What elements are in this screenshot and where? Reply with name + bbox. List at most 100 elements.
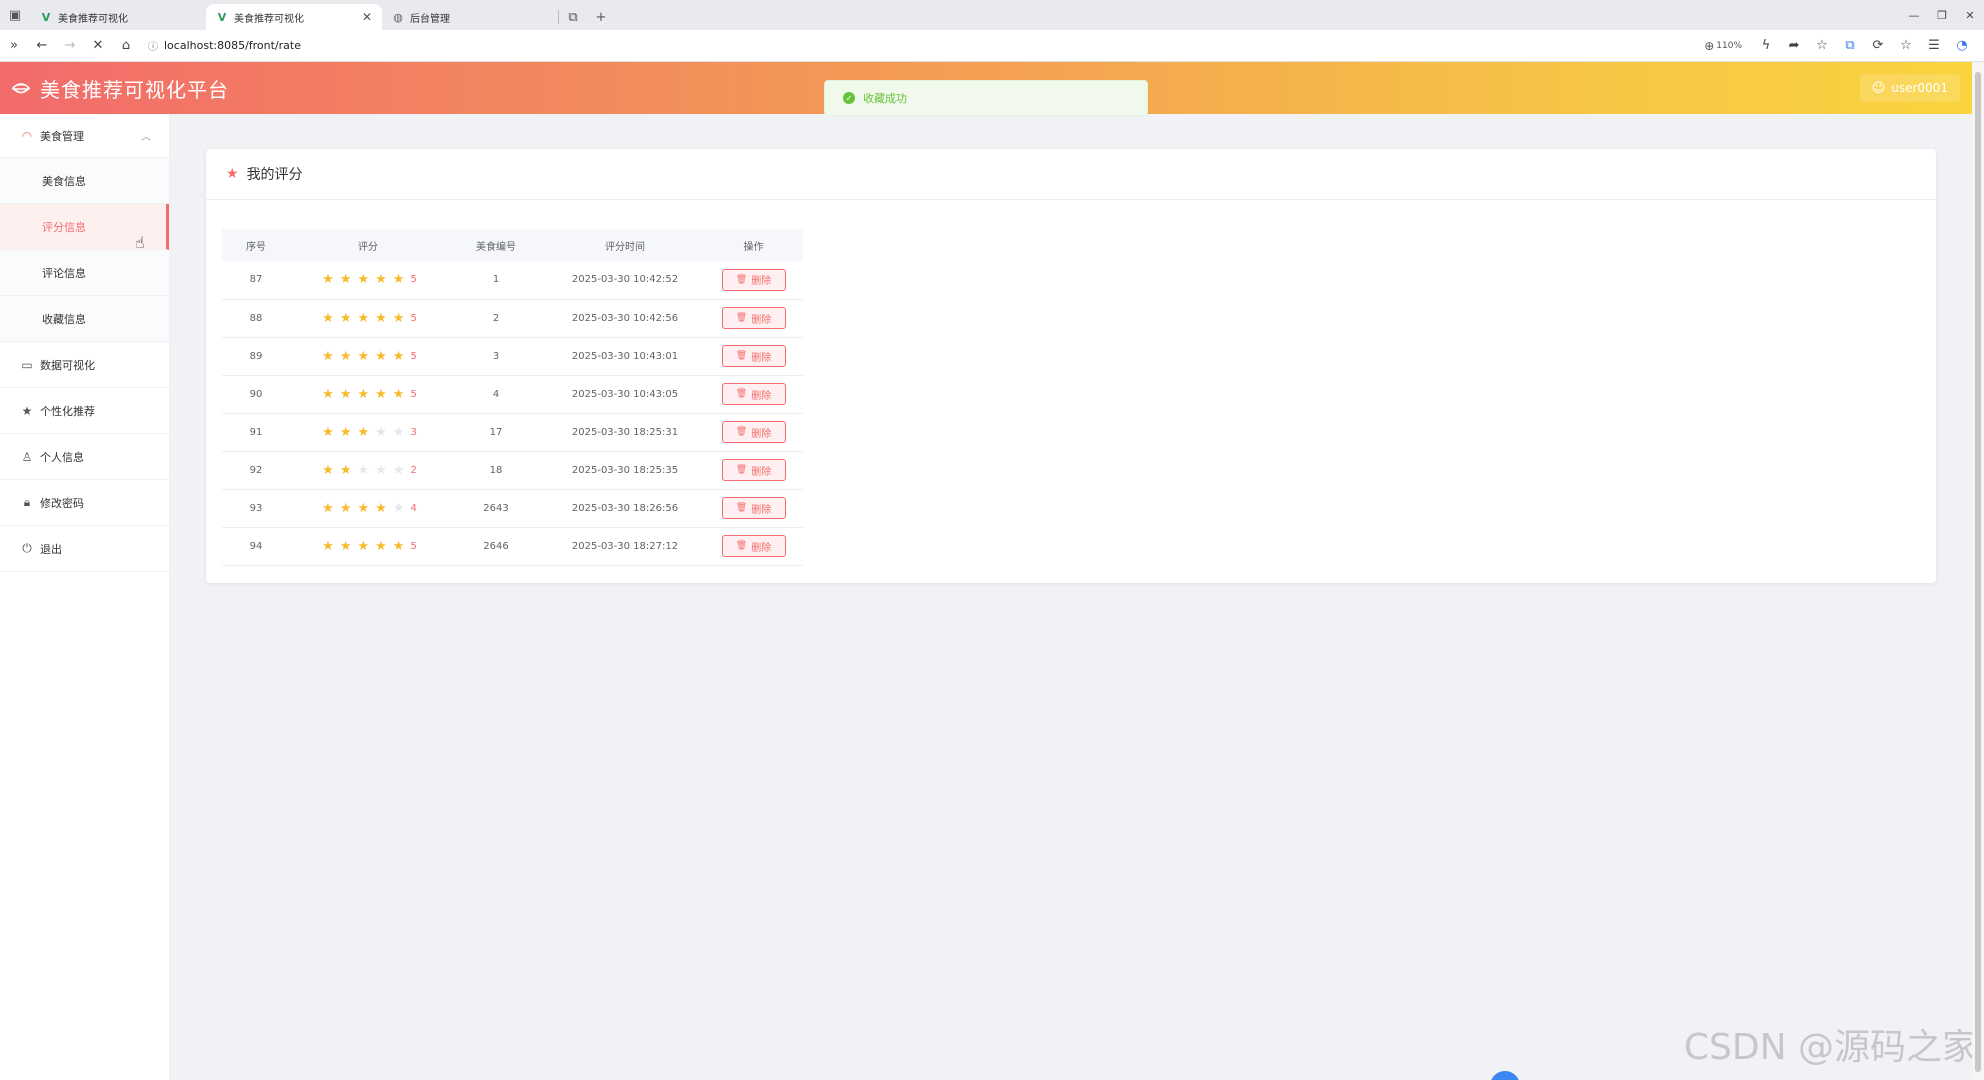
- extensions-icon[interactable]: ⟳: [1864, 38, 1892, 53]
- rating-star-icon: ★: [357, 348, 370, 364]
- trash-icon: 🗑︎: [735, 389, 748, 399]
- zoom-indicator[interactable]: ⊕ 110%: [1704, 39, 1742, 53]
- zoom-icon: ⊕: [1704, 38, 1715, 53]
- rating-star-icon: ★: [339, 272, 352, 288]
- browser-tab-2[interactable]: V 美食推荐可视化 ✕: [206, 4, 382, 30]
- food-bowl-logo-icon: [10, 77, 32, 99]
- rating-star-icon: ★: [339, 348, 352, 364]
- delete-button[interactable]: 🗑︎ 删除: [721, 535, 786, 557]
- page-scrollbar[interactable]: [1972, 62, 1984, 1080]
- rating-star-icon: ★: [322, 462, 334, 478]
- cell-id: 87: [222, 261, 290, 300]
- sidebar-item-recommendation[interactable]: ★ 个性化推荐: [0, 388, 169, 434]
- sidebar-item-food-info[interactable]: 美食信息: [0, 158, 169, 204]
- rating-star-icon: ★: [375, 386, 387, 402]
- delete-label: 删除: [751, 352, 772, 364]
- close-window-icon[interactable]: ✕: [1956, 0, 1984, 30]
- sidebar-toggle-icon[interactable]: »: [0, 32, 28, 60]
- star-rating: ★ ★ ★ ★ ★ 5: [319, 349, 417, 364]
- site-info-icon[interactable]: ⓘ: [148, 38, 158, 53]
- cell-time: 2025-03-30 18:25:31: [546, 413, 704, 452]
- success-toast: ✓ 收藏成功: [824, 80, 1148, 116]
- table-row: 92 ★ ★ ★ ★ ★ 2 18 2025-03-30 18:25:35 🗑︎ 删除: [222, 451, 803, 490]
- cell-score: ★ ★ ★ ★ ★ 5: [290, 261, 446, 300]
- cell-score: ★ ★ ★ ★ ★ 5: [290, 527, 446, 566]
- user-icon: ♙: [21, 449, 33, 464]
- cell-score: ★ ★ ★ ★ ★ 3: [290, 413, 446, 452]
- forward-icon[interactable]: →: [56, 32, 84, 60]
- favorites-icon[interactable]: ☆: [1892, 38, 1920, 53]
- rating-star-icon: ★: [357, 462, 370, 478]
- rating-star-icon: ★: [392, 500, 405, 516]
- delete-label: 删除: [751, 314, 772, 326]
- globe-favicon-icon: ◍: [393, 10, 403, 24]
- delete-button[interactable]: 🗑︎ 删除: [721, 421, 786, 443]
- cell-operation: 🗑︎ 删除: [704, 413, 803, 452]
- share-icon[interactable]: ➦: [1780, 38, 1808, 53]
- delete-label: 删除: [751, 542, 772, 554]
- dish-icon: ◠: [21, 128, 33, 143]
- rating-star-icon: ★: [339, 310, 352, 326]
- chevron-up-icon: ︿: [141, 132, 151, 143]
- new-tab-icon[interactable]: +: [587, 4, 615, 30]
- url-field[interactable]: ⓘ localhost:8085/front/rate: [148, 34, 1704, 58]
- bookmark-star-icon[interactable]: ☆: [1808, 38, 1836, 53]
- cell-food-id: 17: [446, 413, 546, 452]
- scrollbar-thumb[interactable]: [1975, 72, 1981, 1072]
- table-row: 87 ★ ★ ★ ★ ★ 5 1 2025-03-30 10:42:52 🗑︎ 删除: [222, 261, 803, 300]
- delete-label: 删除: [751, 276, 772, 288]
- tab-split-icon[interactable]: ⧉: [559, 4, 587, 30]
- tab-actions-icon[interactable]: ▣: [0, 0, 30, 30]
- trash-icon: 🗑︎: [735, 427, 748, 437]
- star-rating: ★ ★ ★ ★ ★ 3: [319, 425, 417, 440]
- cell-operation: 🗑︎ 删除: [704, 375, 803, 414]
- home-icon[interactable]: ⌂: [112, 32, 140, 60]
- star-rating: ★ ★ ★ ★ ★ 5: [319, 272, 417, 287]
- trash-icon: 🗑︎: [735, 313, 748, 323]
- cell-food-id: 2: [446, 299, 546, 338]
- cell-id: 90: [222, 375, 290, 414]
- table-row: 90 ★ ★ ★ ★ ★ 5 4 2025-03-30 10:43:05 🗑︎ 删除: [222, 375, 803, 414]
- table-header-row: 序号 评分 美食编号 评分时间 操作: [222, 229, 803, 261]
- sidebar-item-profile[interactable]: ♙ 个人信息: [0, 434, 169, 480]
- rating-star-icon: ★: [357, 386, 370, 402]
- restore-icon[interactable]: ❐: [1928, 0, 1956, 30]
- rating-star-icon: ★: [375, 538, 387, 554]
- rating-star-icon: ★: [375, 272, 387, 288]
- sidebar-item-logout[interactable]: ⏻ 退出: [0, 526, 169, 572]
- cell-id: 94: [222, 527, 290, 566]
- browser-tab-1[interactable]: V 美食推荐可视化: [30, 4, 206, 30]
- delete-button[interactable]: 🗑︎ 删除: [721, 268, 786, 291]
- floating-assistant-icon[interactable]: [1490, 1071, 1520, 1080]
- rating-star-icon: ★: [392, 310, 405, 326]
- app-title: 美食推荐可视化平台: [40, 77, 229, 102]
- sidebar-item-comment-info[interactable]: 评论信息: [0, 250, 169, 296]
- lock-icon: 🔒︎: [23, 495, 31, 509]
- profile-icon[interactable]: ◔: [1948, 38, 1976, 53]
- rating-star-icon: ★: [375, 310, 387, 326]
- delete-button[interactable]: 🗑︎ 删除: [721, 307, 786, 329]
- trash-icon: 🗑︎: [735, 503, 748, 513]
- user-menu[interactable]: ☺ user0001: [1859, 74, 1960, 102]
- back-icon[interactable]: ←: [28, 32, 56, 60]
- stop-icon[interactable]: ✕: [84, 32, 112, 60]
- address-bar-actions: ⊕ 110% ϟ ➦ ☆ ⧉ ⟳ ☆ ☰ ◔: [1704, 38, 1976, 53]
- delete-button[interactable]: 🗑︎ 删除: [721, 459, 786, 481]
- window-controls: — ❐ ✕: [1900, 0, 1984, 30]
- delete-label: 删除: [751, 504, 772, 516]
- lightning-icon[interactable]: ϟ: [1752, 38, 1780, 53]
- menu-icon[interactable]: ☰: [1920, 38, 1948, 53]
- minimize-icon[interactable]: —: [1900, 0, 1928, 30]
- sidebar-item-change-password[interactable]: 🔒︎ 修改密码: [0, 480, 169, 526]
- delete-button[interactable]: 🗑︎ 删除: [721, 383, 786, 405]
- browser-tab-3[interactable]: ◍ 后台管理: [382, 4, 558, 30]
- rating-star-icon: ★: [357, 538, 370, 554]
- delete-button[interactable]: 🗑︎ 删除: [721, 345, 786, 367]
- translate-icon[interactable]: ⧉: [1836, 38, 1864, 53]
- rating-star-icon: ★: [357, 500, 370, 516]
- sidebar-item-data-visualization[interactable]: ▭ 数据可视化: [0, 342, 169, 388]
- delete-button[interactable]: 🗑︎ 删除: [721, 497, 786, 519]
- tab-close-icon[interactable]: ✕: [362, 10, 372, 24]
- menu-group-food-management[interactable]: ◠ 美食管理 ︿: [0, 114, 169, 158]
- sidebar-item-favorite-info[interactable]: 收藏信息: [0, 296, 169, 342]
